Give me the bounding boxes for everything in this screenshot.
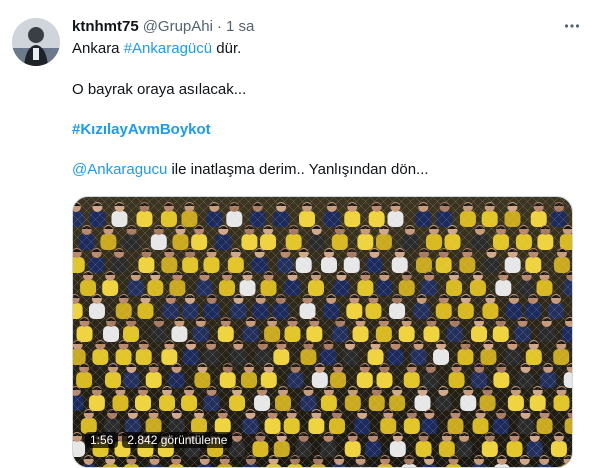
author-handle[interactable]: @GrupAhi (143, 18, 213, 35)
tweet-text-line-1: Ankara #Ankaragücü dür. (72, 39, 241, 59)
video-duration: 1:56 (85, 432, 119, 448)
more-options-button[interactable] (560, 16, 584, 36)
video-meta: 1:56 2.842 görüntüleme (85, 431, 236, 449)
tweet-text-line-4: @Ankaragucu ile inatlaşma derim.. Yanlış… (72, 160, 429, 180)
mention-link-ankaragucu[interactable]: @Ankaragucu (72, 161, 167, 178)
video-thumbnail (73, 197, 572, 467)
video-view-count: 2.842 görüntüleme (122, 432, 233, 448)
avatar[interactable] (12, 18, 60, 66)
avatar-image (12, 18, 60, 66)
video-player[interactable]: 1:56 2.842 görüntüleme (72, 196, 573, 468)
text-fragment: ile inatlaşma derim.. Yanlışından dön... (167, 161, 429, 178)
hashtag-link-ankaragucu[interactable]: #Ankaragücü (124, 40, 212, 57)
ellipsis-icon (564, 24, 580, 28)
author-name[interactable]: ktnhmt75 (72, 18, 139, 35)
separator-dot: · (216, 17, 222, 35)
text-fragment: dür. (212, 40, 242, 57)
tweet-text-line-3: #KızılayAvmBoykot (72, 120, 211, 140)
tweet-header: ktnhmt75 @GrupAhi · 1 sa (72, 16, 254, 36)
tweet-timestamp[interactable]: 1 sa (226, 18, 254, 35)
tweet-text-line-2: O bayrak oraya asılacak... (72, 81, 247, 98)
hashtag-link-kizilayavmboykot[interactable]: #KızılayAvmBoykot (72, 121, 211, 138)
tweet[interactable]: ktnhmt75 @GrupAhi · 1 sa Ankara #Ankarag… (0, 0, 601, 468)
text-fragment: Ankara (72, 40, 124, 57)
